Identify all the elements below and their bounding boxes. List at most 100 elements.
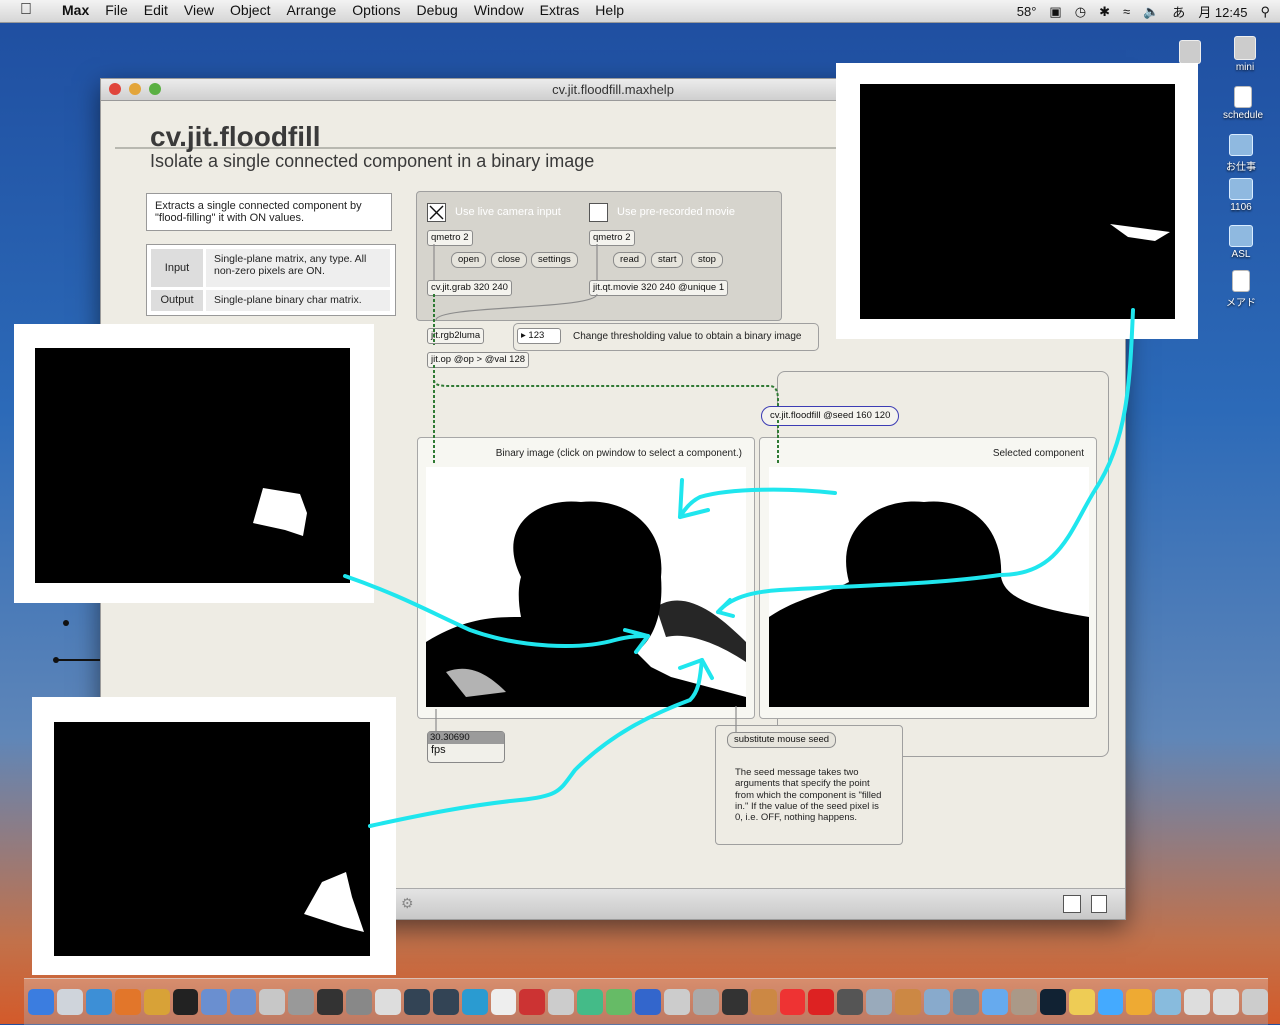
dock-app-icon[interactable] bbox=[230, 989, 257, 1015]
open-message[interactable]: open bbox=[451, 252, 487, 268]
dock-app-icon[interactable] bbox=[750, 989, 777, 1015]
qmetro-movie-object[interactable]: qmetro 2 bbox=[589, 230, 635, 246]
start-message[interactable]: start bbox=[651, 252, 684, 268]
dock-app-icon[interactable] bbox=[808, 989, 835, 1015]
single-view-icon[interactable] bbox=[1091, 895, 1107, 913]
movie-label: Use pre-recorded movie bbox=[617, 206, 735, 218]
dock-app-icon[interactable] bbox=[1097, 989, 1124, 1015]
dock-app-icon[interactable] bbox=[606, 989, 633, 1015]
dock-app-icon[interactable] bbox=[692, 989, 719, 1015]
binary-image-pwindow[interactable] bbox=[426, 467, 746, 707]
desktop-icon-label: schedule bbox=[1222, 110, 1264, 121]
dock-app-icon[interactable] bbox=[1010, 989, 1037, 1015]
desktop-icon-meado[interactable]: メアド bbox=[1206, 270, 1276, 309]
bluetooth-icon[interactable]: ✱ bbox=[1099, 4, 1110, 20]
op-object[interactable]: jit.op @op > @val 128 bbox=[427, 352, 530, 368]
temperature-readout[interactable]: 58° bbox=[1017, 4, 1037, 19]
dock-app-icon[interactable] bbox=[953, 989, 979, 1015]
dock-app-icon[interactable] bbox=[635, 989, 661, 1015]
dock-app-icon[interactable] bbox=[1213, 989, 1240, 1015]
apple-menu-icon[interactable]:  bbox=[20, 1, 32, 19]
camera-toggle[interactable] bbox=[427, 203, 446, 222]
dock-app-icon[interactable] bbox=[56, 989, 83, 1015]
menu-edit[interactable]: Edit bbox=[136, 2, 176, 18]
dock-app-icon[interactable] bbox=[259, 989, 286, 1015]
dock-app-icon[interactable] bbox=[866, 989, 893, 1015]
desktop-icon-schedule[interactable]: schedule bbox=[1208, 86, 1278, 121]
menu-view[interactable]: View bbox=[176, 2, 222, 18]
menu-max[interactable]: Max bbox=[54, 2, 97, 18]
dock-app-icon[interactable] bbox=[345, 989, 372, 1015]
input-method-indicator[interactable]: あ bbox=[1172, 2, 1185, 21]
desktop-icon-mini[interactable]: mini bbox=[1210, 36, 1280, 73]
dock-app-icon[interactable] bbox=[981, 989, 1008, 1015]
output-label: Output bbox=[151, 290, 203, 311]
io-table: Input Single-plane matrix, any type. All… bbox=[146, 244, 396, 316]
dock-app-icon[interactable] bbox=[172, 989, 199, 1015]
dock-app-icon[interactable] bbox=[1039, 989, 1066, 1015]
dock-app-icon[interactable] bbox=[317, 989, 343, 1015]
substitute-seed-message[interactable]: substitute mouse seed bbox=[727, 732, 837, 748]
inspector-gear-icon[interactable]: ⚙ bbox=[401, 895, 414, 912]
dock-app-icon[interactable] bbox=[403, 989, 430, 1015]
threshold-number-box[interactable]: ▸ 123 bbox=[517, 328, 561, 344]
dock-app-icon[interactable] bbox=[201, 989, 228, 1015]
wifi-icon[interactable]: ≈ bbox=[1123, 4, 1130, 19]
desktop-icon-oshigoto[interactable]: お仕事 bbox=[1206, 134, 1276, 173]
dock-app-icon[interactable] bbox=[374, 989, 401, 1015]
split-view-icon[interactable] bbox=[1063, 895, 1081, 913]
selected-component-pwindow bbox=[769, 467, 1089, 707]
display-icon[interactable]: ▣ bbox=[1049, 4, 1061, 20]
dock bbox=[24, 978, 1268, 1025]
dock-app-icon[interactable] bbox=[1242, 989, 1268, 1015]
movie-object[interactable]: jit.qt.movie 320 240 @unique 1 bbox=[589, 280, 729, 296]
menu-options[interactable]: Options bbox=[344, 2, 408, 18]
spotlight-icon[interactable]: ⚲ bbox=[1260, 4, 1270, 20]
dock-app-icon[interactable] bbox=[548, 989, 575, 1015]
stop-message[interactable]: stop bbox=[691, 252, 723, 268]
dock-app-icon[interactable] bbox=[1184, 989, 1211, 1015]
dock-app-icon[interactable] bbox=[519, 989, 546, 1015]
dock-app-icon[interactable] bbox=[721, 989, 748, 1015]
rgb2luma-object[interactable]: jit.rgb2luma bbox=[427, 328, 485, 344]
dock-app-icon[interactable] bbox=[288, 989, 315, 1015]
dock-app-icon[interactable] bbox=[837, 989, 864, 1015]
menu-help[interactable]: Help bbox=[587, 2, 632, 18]
volume-icon[interactable]: 🔈 bbox=[1143, 4, 1159, 20]
dock-app-icon[interactable] bbox=[432, 989, 459, 1015]
read-message[interactable]: read bbox=[613, 252, 647, 268]
menu-window[interactable]: Window bbox=[466, 2, 532, 18]
threshold-number-value: 123 bbox=[528, 330, 545, 341]
menu-arrange[interactable]: Arrange bbox=[278, 2, 344, 18]
dock-app-icon[interactable] bbox=[779, 989, 806, 1015]
close-message[interactable]: close bbox=[491, 252, 528, 268]
menu-extras[interactable]: Extras bbox=[532, 2, 588, 18]
desktop-icon-1106[interactable]: 1106 bbox=[1206, 178, 1276, 213]
dock-app-icon[interactable] bbox=[1155, 989, 1182, 1015]
dock-app-icon[interactable] bbox=[143, 989, 170, 1015]
dock-app-icon[interactable] bbox=[85, 989, 112, 1015]
settings-message[interactable]: settings bbox=[531, 252, 578, 268]
time-machine-icon[interactable]: ◷ bbox=[1075, 4, 1086, 20]
dock-app-icon[interactable] bbox=[461, 989, 488, 1015]
menu-list: Max File Edit View Object Arrange Option… bbox=[54, 2, 632, 18]
dock-app-icon[interactable] bbox=[924, 989, 950, 1015]
menu-object[interactable]: Object bbox=[222, 2, 278, 18]
toggle-x-icon bbox=[429, 205, 444, 220]
clock[interactable]: 月 12:45 bbox=[1198, 2, 1247, 21]
floodfill-object[interactable]: cv.jit.floodfill @seed 160 120 bbox=[761, 406, 900, 426]
dock-app-icon[interactable] bbox=[1126, 989, 1153, 1015]
movie-toggle[interactable] bbox=[589, 203, 608, 222]
dock-app-icon[interactable] bbox=[663, 989, 690, 1015]
desktop-icon-asl[interactable]: ASL bbox=[1206, 225, 1276, 260]
dock-app-icon[interactable] bbox=[1068, 989, 1095, 1015]
menu-debug[interactable]: Debug bbox=[409, 2, 466, 18]
qmetro-camera-object[interactable]: qmetro 2 bbox=[427, 230, 473, 246]
grab-object[interactable]: cv.jit.grab 320 240 bbox=[427, 280, 512, 296]
dock-app-icon[interactable] bbox=[490, 989, 517, 1015]
menu-file[interactable]: File bbox=[97, 2, 136, 18]
dock-app-icon[interactable] bbox=[895, 989, 922, 1015]
dock-app-icon[interactable] bbox=[28, 989, 54, 1015]
dock-app-icon[interactable] bbox=[114, 989, 141, 1015]
dock-app-icon[interactable] bbox=[577, 989, 604, 1015]
